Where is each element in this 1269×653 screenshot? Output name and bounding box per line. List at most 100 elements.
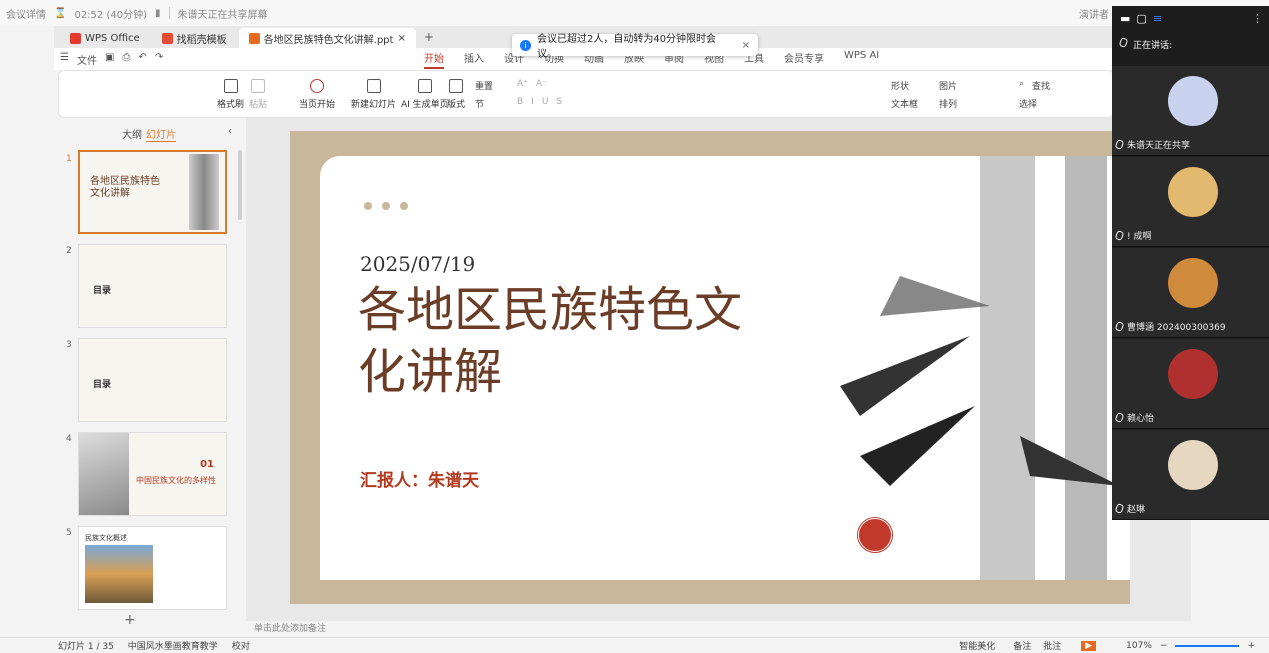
ppt-icon — [248, 32, 260, 44]
menu-tab[interactable]: 插入 — [464, 50, 484, 69]
menu-tab[interactable]: WPS AI — [844, 50, 879, 69]
proof-button[interactable]: 校对 — [232, 639, 250, 652]
font-tools[interactable]: A⁺ A⁻ — [517, 79, 547, 89]
collapse-icon[interactable]: ‹ — [228, 126, 232, 137]
zoom-in-icon[interactable]: + — [1247, 641, 1255, 651]
font-size-decrease-icon: A⁻ — [535, 79, 547, 89]
beautify-button[interactable]: 智能美化 — [959, 639, 995, 652]
label: 当页开始 — [299, 100, 336, 110]
participant-panel: ▬ ▢ ≡ ⋮ 正在讲话: 朱谱天正在共享 ! 成啊 曹博涵 20240030036… — [1112, 6, 1269, 520]
label: 图片 — [939, 82, 958, 92]
dot — [364, 202, 372, 210]
play-slideshow-icon[interactable]: ▶ — [1081, 640, 1097, 651]
picture-button[interactable]: 图片 — [939, 79, 957, 92]
reset-button[interactable]: 重置 — [475, 79, 493, 92]
participant-name-row: 朱谱天正在共享 — [1114, 138, 1191, 151]
slide-thumbnail-panel: 大纲 幻灯片 ‹ 1 各地区民族特色文化讲解 2 目录 3 目录 4 01 中国… — [54, 118, 246, 635]
format-painter-button[interactable]: 格式刷 — [217, 79, 244, 110]
slide-title-line2: 化讲解 — [358, 344, 503, 400]
mic-icon — [1114, 412, 1125, 423]
select-button[interactable]: 选择 — [1019, 97, 1037, 110]
notes-button[interactable]: 备注 — [1013, 639, 1031, 652]
text-format-tools[interactable]: BIUS — [517, 97, 562, 107]
tab-template[interactable]: 找稻壳模板 — [152, 28, 237, 48]
textbox-button[interactable]: 文本框 — [891, 97, 918, 110]
arrange-button[interactable]: 排列 — [939, 97, 957, 110]
participant-tile[interactable]: 赵琳 — [1112, 430, 1269, 520]
slide-title-line1: 各地区民族特色文 — [358, 282, 743, 338]
info-icon: i — [520, 39, 531, 51]
meeting-timer: 02:52 (40分钟) — [74, 9, 147, 21]
mic-icon — [1114, 503, 1125, 514]
current-slide[interactable]: 2025/07/19 各地区民族特色文 化讲解 汇报人：朱谱天 — [290, 131, 1130, 604]
play-from-current-button[interactable]: 当页开始 — [299, 79, 335, 110]
strike-icon: S — [556, 97, 563, 107]
slides-tab[interactable]: 幻灯片 — [146, 126, 176, 142]
slide-thumb-2[interactable]: 目录 — [78, 244, 227, 328]
close-icon[interactable]: × — [397, 33, 405, 44]
menu-icon[interactable]: ☰ — [60, 52, 69, 67]
slide-count: 幻灯片 1 / 35 — [58, 642, 114, 652]
participant-name-row: ! 成啊 — [1114, 229, 1151, 242]
tab-wps-office[interactable]: WPS Office — [60, 28, 150, 48]
slide-thumb-3[interactable]: 目录 — [78, 338, 227, 422]
notes-field[interactable]: 单击此处添加备注 — [246, 621, 1191, 637]
undo-icon[interactable]: ↶ — [138, 52, 146, 67]
participant-name: 朱谱天正在共享 — [1127, 141, 1191, 151]
minimize-icon[interactable]: ▬ — [1120, 12, 1130, 25]
mic-icon — [1114, 321, 1125, 332]
menu-tab[interactable]: 会员专享 — [784, 50, 824, 69]
participant-tile[interactable]: ! 成啊 — [1112, 157, 1269, 247]
status-bar: 幻灯片 1 / 35 中国风水墨画教育教学 校对 智能美化 备注 批注 ▶ 10… — [0, 637, 1269, 653]
label: 版式 — [447, 100, 466, 110]
zoom-slider[interactable] — [1175, 644, 1240, 647]
slide-canvas: 2025/07/19 各地区民族特色文 化讲解 汇报人：朱谱天 — [320, 156, 1130, 580]
zoom-level[interactable]: 107% — [1126, 641, 1152, 651]
find-button[interactable]: ⌕ 查找 — [1019, 79, 1050, 92]
slide-dots — [364, 202, 408, 210]
meeting-bar: 会议详情 ⌛ 02:52 (40分钟) ▮ 朱谱天正在共享屏幕 演讲者 — [0, 0, 1269, 26]
paste-button[interactable]: 粘贴 — [249, 79, 267, 110]
print-icon[interactable]: ⎙ — [122, 52, 130, 67]
tab-presentation[interactable]: 各地区民族特色文化讲解.ppt × — [238, 28, 416, 48]
tab-label: 找稻壳模板 — [176, 34, 227, 46]
slide-thumb-4[interactable]: 01 中国民族文化的多样性 — [78, 432, 227, 516]
share-status: 朱谱天正在共享屏幕 — [177, 9, 268, 21]
list-icon[interactable]: ≡ — [1153, 12, 1162, 25]
participant-tile[interactable]: 朱谱天正在共享 — [1112, 66, 1269, 156]
ai-slide-button[interactable]: AI 生成单页 — [401, 79, 449, 110]
layout-button[interactable]: 版式 — [447, 79, 465, 110]
label: 形状 — [891, 82, 910, 92]
file-menu[interactable]: 文件 — [77, 52, 97, 67]
participant-name: 赵琳 — [1127, 505, 1146, 515]
participant-tile[interactable]: 赖心怡 — [1112, 339, 1269, 429]
redo-icon[interactable]: ↷ — [155, 52, 163, 67]
mic-icon — [1114, 139, 1125, 150]
add-slide-icon[interactable]: + — [124, 612, 136, 628]
panel-scrollbar[interactable] — [238, 150, 242, 220]
slide-number: 5 — [66, 528, 72, 538]
label: 格式刷 — [217, 100, 245, 110]
outline-tab[interactable]: 大纲 — [122, 126, 142, 141]
avatar — [1168, 167, 1218, 217]
more-icon[interactable]: ⋮ — [1252, 12, 1263, 25]
meeting-details-link[interactable]: 会议详情 — [6, 6, 46, 21]
shapes-button[interactable]: 形状 — [891, 79, 909, 92]
save-icon[interactable]: ▣ — [105, 52, 114, 67]
slide-thumb-5[interactable]: 民族文化概述 — [78, 526, 227, 610]
zoom-out-icon[interactable]: − — [1160, 641, 1168, 651]
slide-thumb-1[interactable]: 各地区民族特色文化讲解 — [78, 150, 227, 234]
menu-tab[interactable]: 开始 — [424, 50, 444, 69]
section-button[interactable]: 节 — [475, 97, 484, 110]
bamboo-illustration — [840, 156, 1120, 580]
comment-button[interactable]: 批注 — [1043, 639, 1061, 652]
dot — [382, 202, 390, 210]
participant-tile[interactable]: 曹博涵 202400300369 — [1112, 248, 1269, 338]
new-tab-icon[interactable]: + — [418, 30, 440, 48]
presenter-view-label[interactable]: 演讲者 — [1079, 6, 1109, 21]
new-slide-button[interactable]: 新建幻灯片 — [351, 79, 396, 110]
slide-number: 4 — [66, 434, 72, 444]
close-icon[interactable]: × — [742, 40, 750, 51]
theme-name[interactable]: 中国风水墨画教育教学 — [128, 639, 218, 652]
restore-icon[interactable]: ▢ — [1136, 12, 1146, 25]
